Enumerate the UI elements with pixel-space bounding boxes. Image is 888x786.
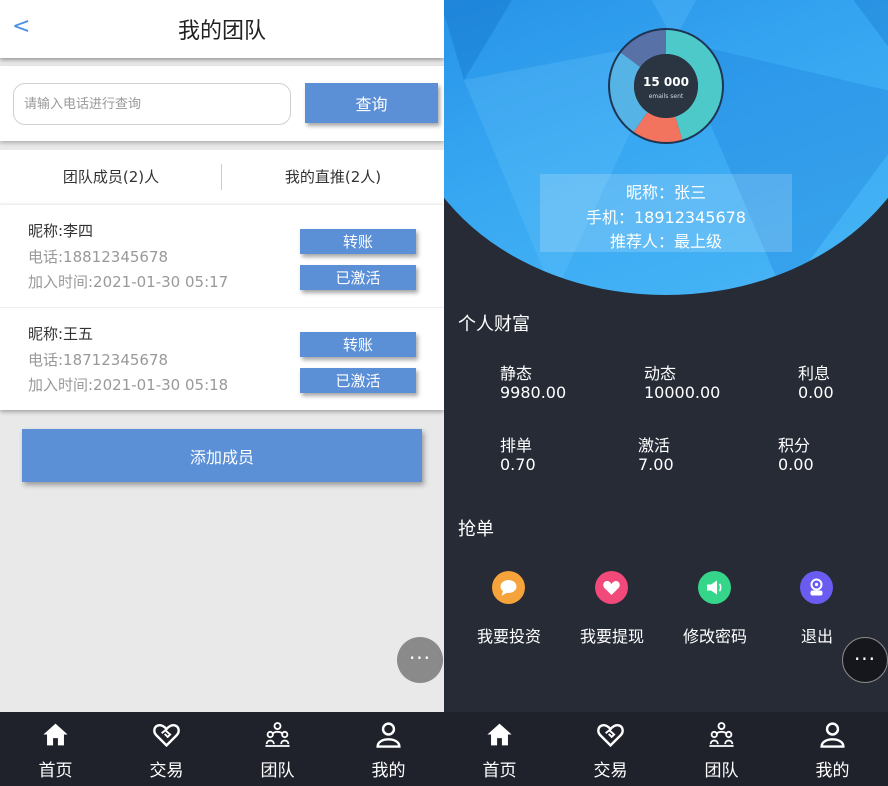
action-label: 修改密码 <box>682 627 747 646</box>
query-button[interactable]: 查询 <box>305 83 438 123</box>
orders-section-title: 抢单 <box>458 519 494 540</box>
transfer-button[interactable]: 转账 <box>300 229 416 254</box>
activated-button[interactable]: 已激活 <box>300 265 416 290</box>
activated-button[interactable]: 已激活 <box>300 368 416 393</box>
tab-direct-referrals[interactable]: 我的直推(2人) <box>222 150 444 204</box>
member-name: 昵称:王五 <box>28 325 94 343</box>
team-header: < 我的团队 <box>0 0 444 58</box>
nav-item-trade[interactable]: 交易 <box>555 712 666 786</box>
nav-label: 交易 <box>149 761 184 781</box>
chat-bubble-icon <box>492 571 525 604</box>
transfer-button[interactable]: 转账 <box>300 332 416 357</box>
donut-caption: emails sent <box>649 93 684 100</box>
nav-label: 交易 <box>593 761 628 781</box>
member-tabs: 团队成员(2)人 我的直推(2人) <box>0 150 444 204</box>
member-name: 昵称:李四 <box>28 222 94 240</box>
wealth-label: 排单 <box>500 436 533 455</box>
wealth-label: 激活 <box>638 436 671 455</box>
wealth-label: 利息 <box>798 364 831 383</box>
phone-search-input[interactable] <box>13 83 291 125</box>
tab-team-members[interactable]: 团队成员(2)人 <box>0 150 222 204</box>
team-icon <box>709 722 734 747</box>
nav-label: 首页 <box>482 761 517 781</box>
wealth-value: 0.70 <box>500 455 536 474</box>
nav-item-team[interactable]: 团队 <box>222 712 333 786</box>
member-list: 昵称:李四 电话:18812345678 加入时间:2021-01-30 05:… <box>0 204 444 410</box>
nav-item-home[interactable]: 首页 <box>444 712 555 786</box>
action-label: 我要投资 <box>476 627 541 646</box>
action-label: 我要提现 <box>579 627 644 646</box>
profile-phone: 手机：18912345678 <box>586 208 746 227</box>
member-phone: 电话:18712345678 <box>28 351 169 369</box>
nav-item-mine[interactable]: 我的 <box>777 712 888 786</box>
nav-item-mine[interactable]: 我的 <box>333 712 444 786</box>
nav-item-team[interactable]: 团队 <box>666 712 777 786</box>
wealth-value: 7.00 <box>638 455 674 474</box>
nav-item-home[interactable]: 首页 <box>0 712 111 786</box>
nav-label: 团队 <box>704 761 739 781</box>
nav-label: 团队 <box>260 761 295 781</box>
donut-value: 15 000 <box>643 75 689 89</box>
team-panel: < 我的团队 查询 团队成员(2)人 我的直推(2人) 昵称:李四 电话:188… <box>0 0 444 786</box>
profile-info-box: 昵称：张三 手机：18912345678 推荐人：最上级 <box>540 174 792 252</box>
list-item: 昵称:王五 电话:18712345678 加入时间:2021-01-30 05:… <box>0 307 444 410</box>
wealth-value: 10000.00 <box>644 383 721 402</box>
bottom-nav: 首页 交易 团队 我的 <box>0 712 444 786</box>
heart-icon <box>595 571 628 604</box>
team-icon <box>265 722 290 747</box>
nav-label: 我的 <box>371 761 406 781</box>
user-icon <box>820 722 845 748</box>
home-icon <box>487 723 512 746</box>
wealth-value: 9980.00 <box>500 383 567 402</box>
robot-icon <box>800 571 833 604</box>
wealth-value: 0.00 <box>778 455 814 474</box>
bottom-nav: 首页 交易 团队 我的 <box>444 712 888 786</box>
wealth-label: 动态 <box>644 364 677 383</box>
home-icon <box>43 723 68 746</box>
wealth-value: 0.00 <box>798 383 834 402</box>
nav-item-trade[interactable]: 交易 <box>111 712 222 786</box>
user-icon <box>376 722 401 748</box>
wealth-label: 积分 <box>778 436 811 455</box>
member-join-time: 加入时间:2021-01-30 05:17 <box>28 273 229 291</box>
add-member-button[interactable]: 添加成员 <box>22 429 422 482</box>
nav-label: 我的 <box>815 761 850 781</box>
wealth-section-title: 个人财富 <box>458 314 530 335</box>
member-phone: 电话:18812345678 <box>28 248 169 266</box>
profile-panel: 15 000 emails sent 昵称：张三 手机：18912345678 … <box>444 0 888 786</box>
list-item: 昵称:李四 电话:18812345678 加入时间:2021-01-30 05:… <box>0 204 444 307</box>
wealth-label: 静态 <box>500 364 533 383</box>
nav-label: 首页 <box>38 761 73 781</box>
handshake-heart-icon <box>153 724 180 748</box>
megaphone-icon <box>698 571 731 604</box>
profile-referrer: 推荐人：最上级 <box>609 232 722 251</box>
more-icon[interactable]: ··· <box>397 637 443 683</box>
profile-nickname: 昵称：张三 <box>625 183 706 202</box>
handshake-heart-icon <box>597 724 624 748</box>
page-title: 我的团队 <box>177 19 266 44</box>
member-join-time: 加入时间:2021-01-30 05:18 <box>28 376 229 394</box>
emails-donut-chart: 15 000 emails sent <box>608 28 724 144</box>
more-icon[interactable]: ··· <box>842 637 888 683</box>
